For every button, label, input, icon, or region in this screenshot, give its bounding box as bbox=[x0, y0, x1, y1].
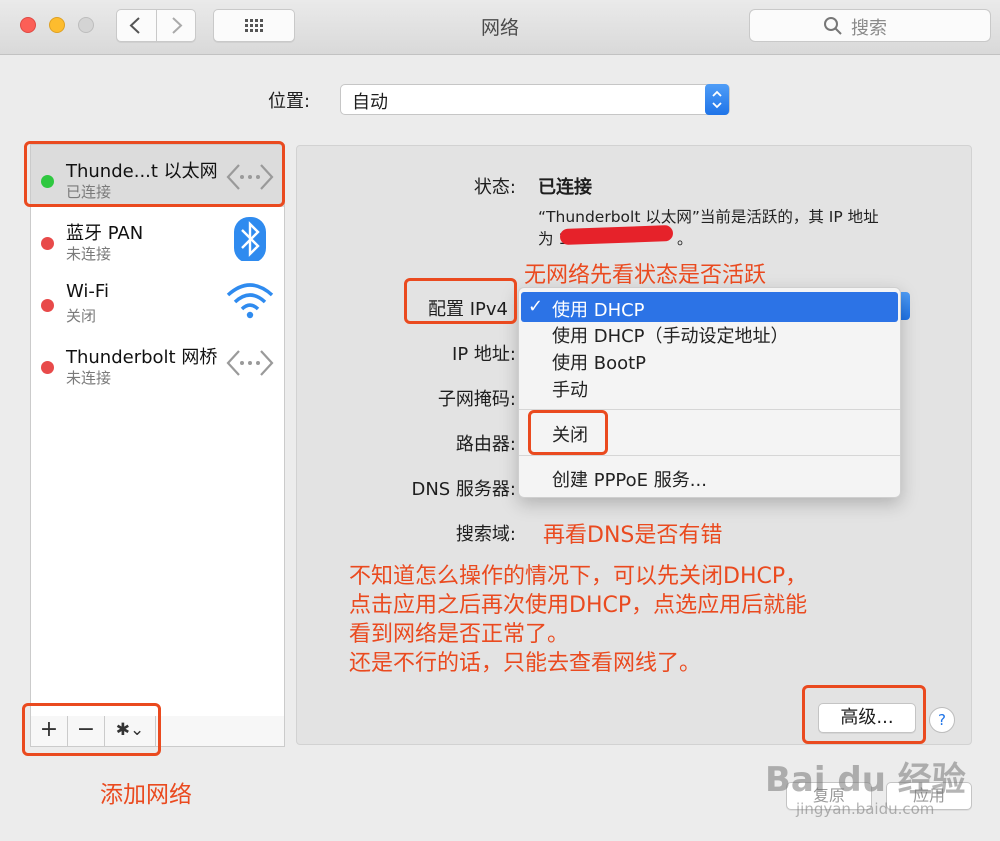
status-dot bbox=[41, 299, 54, 312]
menu-item-manual[interactable]: 手动 bbox=[552, 376, 588, 402]
router-label: 路由器: bbox=[455, 434, 516, 455]
close-window-button[interactable] bbox=[20, 17, 36, 33]
configure-ipv4-menu: ✓ 使用 DHCP 使用 DHCP（手动设定地址） 使用 BootP 手动 关闭… bbox=[518, 287, 901, 498]
location-select-stepper[interactable] bbox=[705, 84, 729, 115]
forward-button[interactable] bbox=[157, 10, 195, 41]
service-name: Wi-Fi bbox=[66, 281, 109, 302]
annotation-instruction-line: 不知道怎么操作的情况下，可以先关闭DHCP， bbox=[349, 564, 808, 589]
checkmark-icon: ✓ bbox=[528, 296, 544, 317]
annotation-add-network: 添加网络 bbox=[100, 782, 192, 808]
annotation-instruction-line: 还是不行的话，只能去查看网线了。 bbox=[349, 651, 702, 676]
annotation-dns-hint: 再看DNS是否有错 bbox=[543, 523, 723, 548]
search-icon bbox=[824, 17, 842, 35]
service-list: Thunde...t 以太网 已连接 蓝牙 PAN 未连接 Wi-Fi 关闭 T… bbox=[30, 144, 285, 718]
back-forward-segment bbox=[116, 9, 196, 42]
annotation-box-off bbox=[528, 410, 608, 455]
service-status: 未连接 bbox=[66, 245, 112, 263]
status-description-line1: “Thunderbolt 以太网”当前是活跃的，其 IP 地址 bbox=[538, 208, 879, 226]
service-name: Thunderbolt 网桥 bbox=[66, 347, 218, 368]
chevron-right-icon bbox=[172, 17, 183, 34]
location-select[interactable] bbox=[340, 84, 730, 115]
status-description-suffix: 。 bbox=[677, 230, 693, 248]
chevron-updown-icon bbox=[712, 90, 722, 109]
search-domains-label: 搜索域: bbox=[455, 524, 516, 545]
status-dot bbox=[41, 237, 54, 250]
annotation-box-configure-ipv4 bbox=[404, 278, 517, 324]
menu-item-dhcp[interactable]: 使用 DHCP bbox=[552, 296, 645, 322]
menu-item-dhcp-manual[interactable]: 使用 DHCP（手动设定地址） bbox=[552, 322, 789, 348]
service-item-bluetooth-pan[interactable]: 蓝牙 PAN 未连接 bbox=[31, 207, 284, 269]
chevron-left-icon bbox=[129, 17, 140, 34]
menu-item-bootp[interactable]: 使用 BootP bbox=[552, 349, 646, 375]
annotation-box-toolbar bbox=[22, 703, 161, 756]
annotation-instruction-line: 点击应用之后再次使用DHCP，点选应用后就能 bbox=[349, 593, 808, 618]
status-dot bbox=[41, 361, 54, 374]
minimize-window-button[interactable] bbox=[49, 17, 65, 33]
status-label: 状态: bbox=[473, 177, 516, 198]
zoom-window-button[interactable] bbox=[78, 17, 94, 33]
service-status: 未连接 bbox=[66, 369, 112, 387]
menu-item-create-pppoe[interactable]: 创建 PPPoE 服务... bbox=[552, 466, 707, 492]
ethernet-arrows-icon bbox=[226, 350, 274, 376]
show-all-button[interactable] bbox=[213, 9, 295, 42]
help-button[interactable]: ? bbox=[929, 707, 955, 733]
dns-servers-label: DNS 服务器: bbox=[411, 479, 516, 500]
service-name: 蓝牙 PAN bbox=[66, 223, 144, 244]
annotation-box-advanced bbox=[802, 685, 926, 744]
grid-icon bbox=[245, 19, 263, 32]
location-value: 自动 bbox=[352, 92, 388, 113]
location-label: 位置: bbox=[268, 91, 311, 112]
annotation-status-hint: 无网络先看状态是否活跃 bbox=[524, 263, 767, 288]
service-status: 关闭 bbox=[66, 307, 97, 325]
wifi-icon bbox=[226, 283, 274, 319]
annotation-box-ethernet bbox=[24, 141, 285, 207]
annotation-instruction-line: 看到网络是否正常了。 bbox=[349, 622, 570, 647]
service-item-thunderbolt-bridge[interactable]: Thunderbolt 网桥 未连接 bbox=[31, 331, 284, 393]
watermark-url: jingyan.baidu.com bbox=[796, 800, 935, 818]
search-field[interactable]: 搜索 bbox=[749, 9, 991, 42]
status-value: 已连接 bbox=[538, 177, 592, 198]
menu-separator bbox=[519, 455, 900, 456]
ip-address-label: IP 地址: bbox=[452, 344, 516, 365]
service-item-wifi[interactable]: Wi-Fi 关闭 bbox=[31, 269, 284, 331]
window-title: 网络 bbox=[480, 17, 519, 39]
back-button[interactable] bbox=[117, 10, 157, 41]
subnet-mask-label: 子网掩码: bbox=[437, 389, 516, 410]
bluetooth-icon bbox=[234, 217, 266, 261]
watermark-logo: Bai du 经验 bbox=[765, 760, 966, 800]
search-placeholder: 搜索 bbox=[851, 18, 887, 39]
